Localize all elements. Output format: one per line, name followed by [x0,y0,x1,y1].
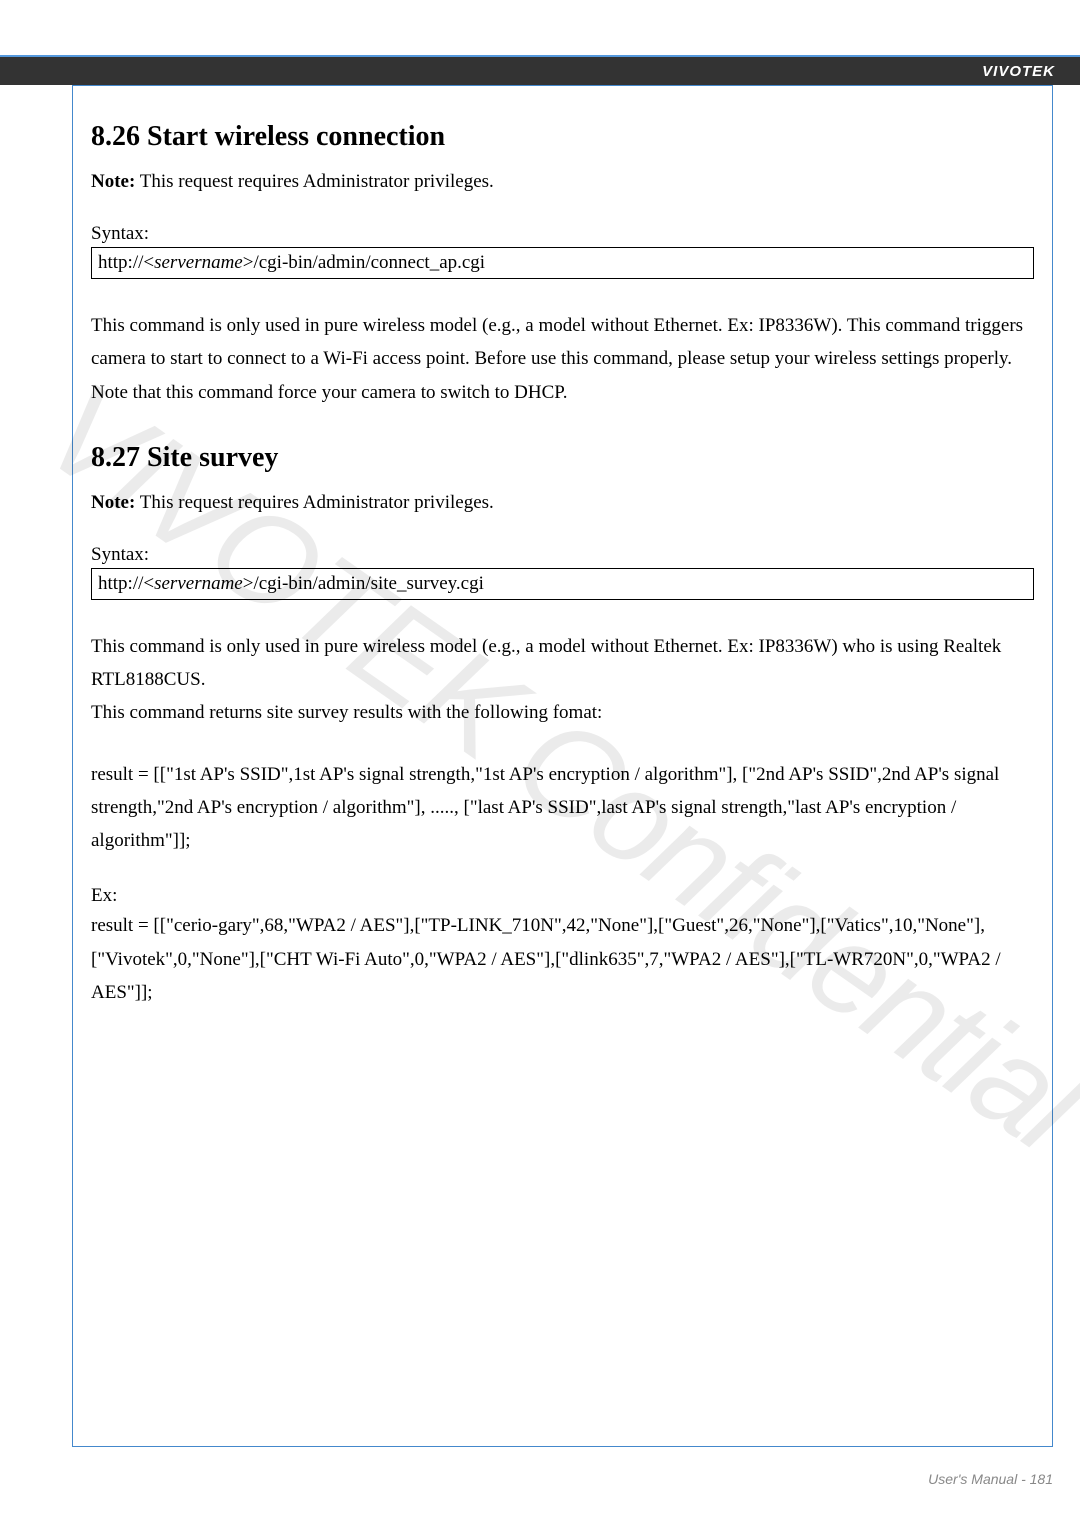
page-frame: VIVOTEK Confidential 8.26 Start wireless… [72,85,1053,1447]
description-827: This command is only used in pure wirele… [91,630,1034,730]
syntax-box-826: http://<servername>/cgi-bin/admin/connec… [91,247,1034,279]
syntax-server: servername [154,252,243,273]
header-bar: VIVOTEK [0,55,1080,85]
footer: User's Manual - 181 [928,1471,1053,1487]
syntax-label-827: Syntax: [91,544,1034,566]
syntax-box-827: http://<servername>/cgi-bin/admin/site_s… [91,568,1034,600]
ex-content: result = [["cerio-gary",68,"WPA2 / AES"]… [91,909,1034,1009]
description-826: This command is only used in pure wirele… [91,309,1034,409]
footer-text: User's Manual - 181 [928,1471,1053,1487]
note-line-826: Note: This request requires Administrato… [91,171,1034,193]
syntax-prefix: http://< [98,252,154,273]
section-heading-827: 8.27 Site survey [91,442,1034,474]
header-brand: VIVOTEK [982,63,1055,80]
ex-label: Ex: [91,885,1034,907]
syntax-suffix: >/cgi-bin/admin/connect_ap.cgi [243,252,485,273]
syntax-label-826: Syntax: [91,223,1034,245]
syntax-server: servername [154,573,243,594]
syntax-suffix: >/cgi-bin/admin/site_survey.cgi [243,573,484,594]
result-format: result = [["1st AP's SSID",1st AP's sign… [91,758,1034,858]
page-content: 8.26 Start wireless connection Note: Thi… [91,121,1034,1009]
note-text: This request requires Administrator priv… [135,171,493,192]
description-text: This command is only used in pure wirele… [91,636,1001,724]
note-label: Note: [91,492,135,513]
note-text: This request requires Administrator priv… [135,492,493,513]
syntax-prefix: http://< [98,573,154,594]
section-heading-826: 8.26 Start wireless connection [91,121,1034,153]
note-line-827: Note: This request requires Administrato… [91,492,1034,514]
note-label: Note: [91,171,135,192]
